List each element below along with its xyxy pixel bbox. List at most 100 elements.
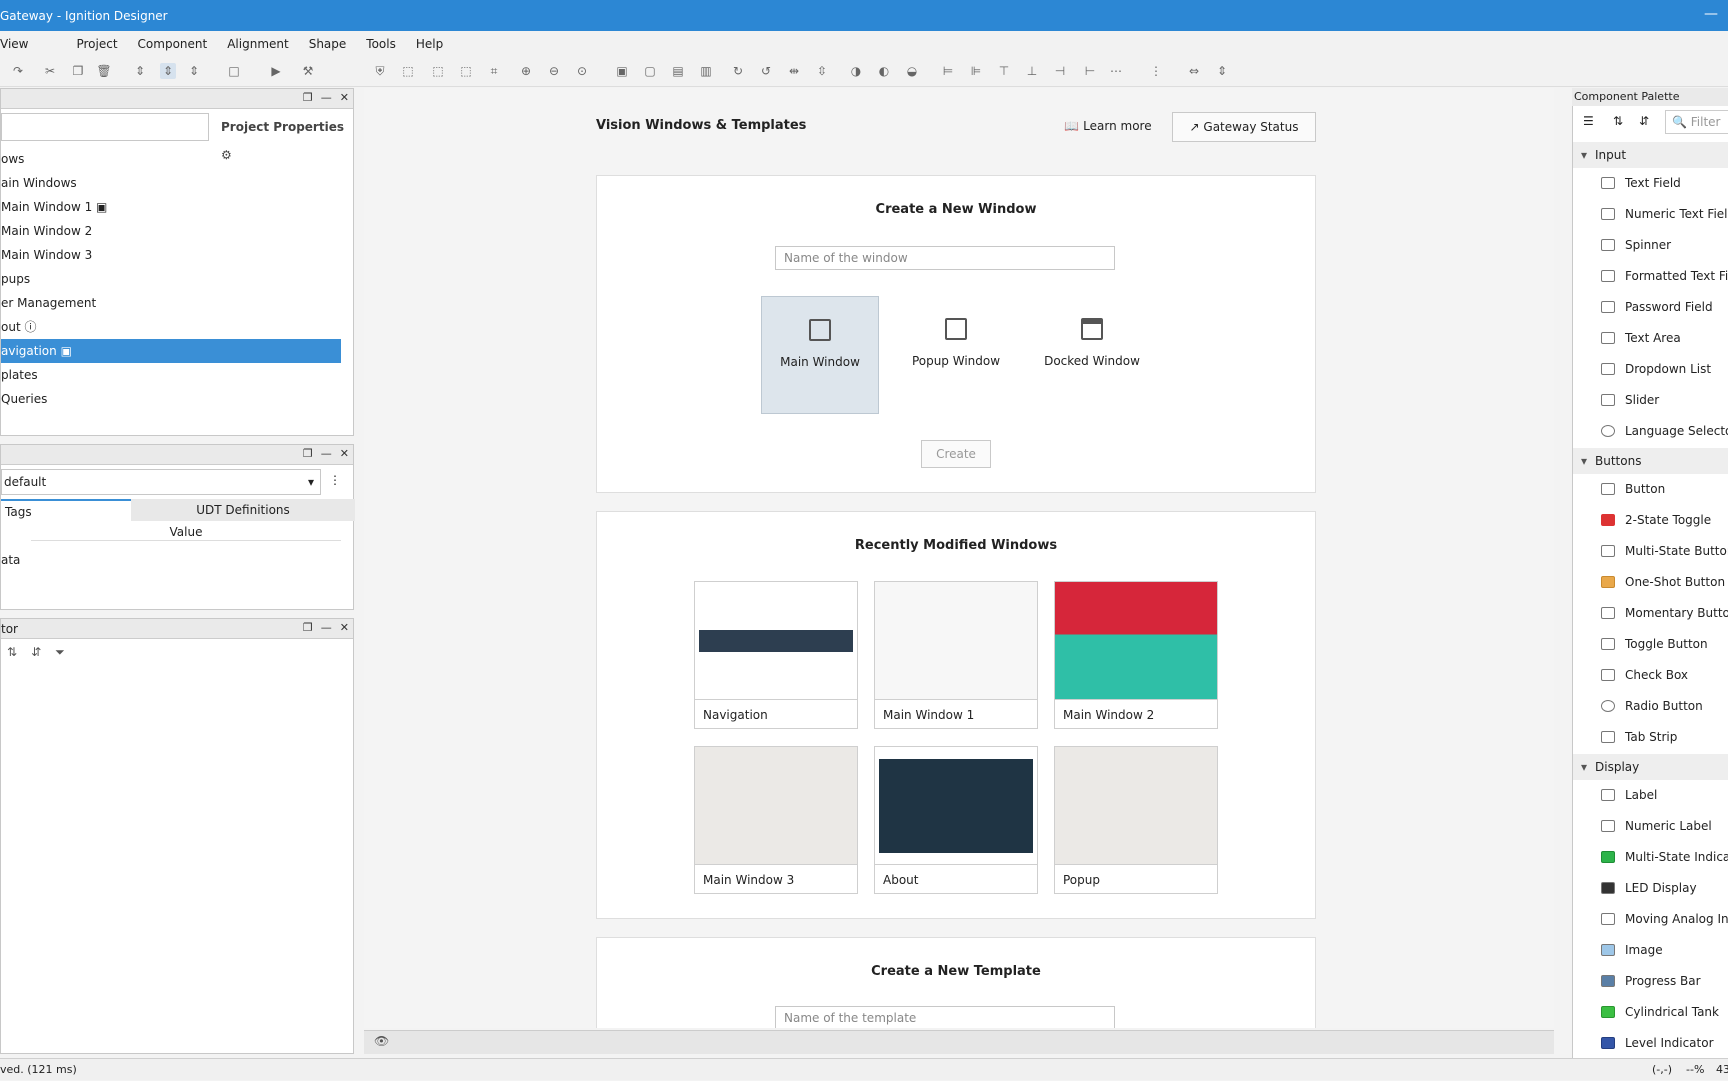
tree-item-user-management[interactable]: er Management <box>1 291 341 315</box>
redo-icon[interactable]: ↷ <box>10 63 26 79</box>
shield-icon[interactable]: ⛨ <box>372 63 388 79</box>
palette-language-selector[interactable]: Language Selector <box>1573 416 1728 447</box>
menu-tools[interactable]: Tools <box>366 37 396 51</box>
palette-tab-strip[interactable]: Tab Strip <box>1573 722 1728 753</box>
palette-radio-button[interactable]: Radio Button <box>1573 691 1728 722</box>
frame2-icon[interactable]: ⬚ <box>430 63 446 79</box>
palette-sort2-icon[interactable]: ⇵ <box>1639 114 1649 128</box>
frame-icon[interactable]: ⬚ <box>400 63 416 79</box>
palette-check-box[interactable]: Check Box <box>1573 660 1728 691</box>
zoom-in-icon[interactable]: ⊕ <box>518 63 534 79</box>
group-icon[interactable]: ▣ <box>614 63 630 79</box>
tree-item-popups[interactable]: pups <box>1 267 341 291</box>
shape-diff-icon[interactable]: ◐ <box>876 63 892 79</box>
palette-sort-icon[interactable]: ⇅ <box>1613 114 1623 128</box>
palette-text-field[interactable]: Text Field <box>1573 168 1728 199</box>
crop-icon[interactable]: ⌗ <box>486 63 502 79</box>
frame3-icon[interactable]: ⬚ <box>458 63 474 79</box>
palette-slider[interactable]: Slider <box>1573 385 1728 416</box>
palette-toggle-button[interactable]: Toggle Button <box>1573 629 1728 660</box>
align-bottom2-icon[interactable]: ⊢ <box>1082 63 1098 79</box>
float-icon[interactable]: ❐ <box>303 91 313 104</box>
sort-icon[interactable]: ⇅ <box>7 645 17 660</box>
tree-item-main-window-2[interactable]: Main Window 2 <box>1 219 341 243</box>
menu-view[interactable]: View <box>0 37 28 51</box>
palette-spinner[interactable]: Spinner <box>1573 230 1728 261</box>
filter-input[interactable]: 🔍 Filter <box>1665 110 1728 134</box>
rotate-icon[interactable]: ↻ <box>730 63 746 79</box>
palette-numeric-label[interactable]: Numeric Label <box>1573 811 1728 842</box>
palette-multi-state-button[interactable]: Multi-State Button <box>1573 536 1728 567</box>
main-window-option[interactable]: Main Window <box>761 296 879 414</box>
sort2-icon[interactable]: ⇵ <box>31 645 41 660</box>
palette-view-icon[interactable]: ☰ <box>1583 114 1594 128</box>
tag-row[interactable]: ata <box>1 553 20 567</box>
palette-momentary-button[interactable]: Momentary Button <box>1573 598 1728 629</box>
tree-item-about[interactable]: out ⓘ <box>1 315 341 339</box>
menu-help[interactable]: Help <box>416 37 443 51</box>
palette-category-input[interactable]: Input <box>1573 142 1728 168</box>
minimize-panel-icon[interactable]: — <box>321 621 332 634</box>
layer3-icon[interactable]: ▥ <box>698 63 714 79</box>
flip-v-icon[interactable]: ⇳ <box>814 63 830 79</box>
tree-item-windows[interactable]: ows <box>1 147 341 171</box>
palette-password-field[interactable]: Password Field <box>1573 292 1728 323</box>
shape-int-icon[interactable]: ◒ <box>904 63 920 79</box>
menu-shape[interactable]: Shape <box>309 37 347 51</box>
menu-component[interactable]: Component <box>138 37 208 51</box>
search-input[interactable] <box>1 113 209 141</box>
float-icon[interactable]: ❐ <box>303 447 313 460</box>
zoom-fit-icon[interactable]: ⊙ <box>574 63 590 79</box>
recent-about[interactable]: About <box>874 746 1038 894</box>
align-center-icon[interactable]: ⊫ <box>968 63 984 79</box>
provider-select[interactable]: default ▾ <box>1 469 321 495</box>
align-bottom-icon[interactable]: ⊣ <box>1052 63 1068 79</box>
docked-window-option[interactable]: Docked Window <box>1033 296 1151 414</box>
learn-more-button[interactable]: 📖 Learn more <box>1060 112 1156 140</box>
palette-text-area[interactable]: Text Area <box>1573 323 1728 354</box>
layer2-icon[interactable]: ▤ <box>670 63 686 79</box>
gateway-status-button[interactable]: ↗ Gateway Status <box>1172 112 1316 142</box>
minimize-panel-icon[interactable]: — <box>321 91 332 104</box>
tab-tags[interactable]: Tags <box>1 499 131 521</box>
resize-icon[interactable]: ⇔ <box>1186 63 1202 79</box>
eye-icon[interactable]: 👁 <box>374 1034 389 1048</box>
menu-alignment[interactable]: Alignment <box>227 37 288 51</box>
window-icon[interactable]: □ <box>226 63 242 79</box>
palette-image[interactable]: Image <box>1573 935 1728 966</box>
tree-item-main-window-3[interactable]: Main Window 3 <box>1 243 341 267</box>
palette-category-display[interactable]: Display <box>1573 754 1728 780</box>
create-button[interactable]: Create <box>921 440 991 468</box>
copy-icon[interactable]: ❐ <box>70 63 86 79</box>
align-icon[interactable]: ⇕ <box>132 63 148 79</box>
menu-project[interactable]: Project <box>76 37 117 51</box>
palette-one-shot-button[interactable]: One-Shot Button <box>1573 567 1728 598</box>
close-icon[interactable]: ✕ <box>340 447 349 460</box>
palette-label[interactable]: Label <box>1573 780 1728 811</box>
popup-window-option[interactable]: Popup Window <box>897 296 1015 414</box>
recent-navigation[interactable]: Navigation <box>694 581 858 729</box>
tree-item-named-queries[interactable]: Queries <box>1 387 341 411</box>
palette-2-state-toggle[interactable]: 2-State Toggle <box>1573 505 1728 536</box>
palette-progress-bar[interactable]: Progress Bar <box>1573 966 1728 997</box>
wrench-icon[interactable]: ⚒ <box>300 63 316 79</box>
palette-cylindrical-tank[interactable]: Cylindrical Tank <box>1573 997 1728 1028</box>
align-active-icon[interactable]: ⇕ <box>160 63 176 79</box>
tab-udt-definitions[interactable]: UDT Definitions <box>131 499 355 521</box>
tree-item-main-window-1[interactable]: Main Window 1 ▣ <box>1 195 341 219</box>
align-top-icon[interactable]: ⊤ <box>996 63 1012 79</box>
delete-icon[interactable]: 🗑 <box>96 63 112 79</box>
distribute-icon[interactable]: ⇕ <box>186 63 202 79</box>
palette-formatted-text-field[interactable]: Formatted Text Field <box>1573 261 1728 292</box>
template-name-input[interactable]: Name of the template <box>775 1006 1115 1028</box>
zoom-out-icon[interactable]: ⊖ <box>546 63 562 79</box>
palette-button[interactable]: Button <box>1573 474 1728 505</box>
palette-moving-analog-indicator[interactable]: Moving Analog Indicator <box>1573 904 1728 935</box>
menu-icon[interactable]: ⋮ <box>329 473 341 487</box>
palette-led-display[interactable]: LED Display <box>1573 873 1728 904</box>
tree-item-templates[interactable]: plates <box>1 363 341 387</box>
align-mid-icon[interactable]: ⊥ <box>1024 63 1040 79</box>
rotate-back-icon[interactable]: ↺ <box>758 63 774 79</box>
recent-popup[interactable]: Popup <box>1054 746 1218 894</box>
palette-level-indicator[interactable]: Level Indicator <box>1573 1028 1728 1059</box>
